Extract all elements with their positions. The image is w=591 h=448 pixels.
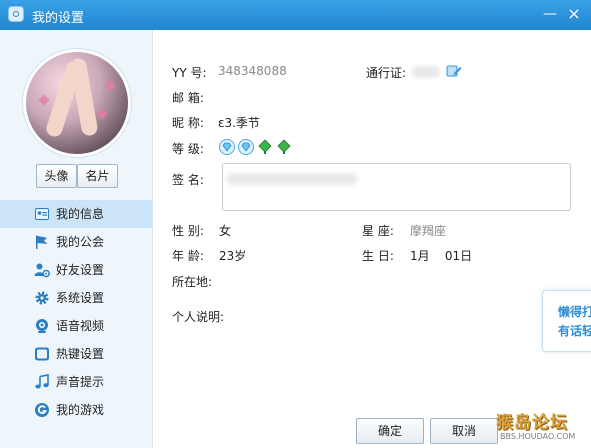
- sidebar-item-label: 好友设置: [56, 263, 105, 277]
- signature-label: 签 名:: [172, 173, 204, 187]
- sidebar-item-label: 热键设置: [56, 347, 105, 361]
- friends-settings-icon: [34, 263, 50, 278]
- level-badges: [219, 139, 299, 155]
- game-g-icon: [35, 403, 49, 417]
- sidebar-item-label: 我的信息: [56, 207, 105, 221]
- edit-passport-icon[interactable]: [446, 64, 462, 78]
- sidebar-item-label: 我的游戏: [56, 403, 105, 417]
- keyboard-icon: [35, 347, 49, 361]
- leaf-level-icon: [277, 139, 291, 154]
- popup-line-1: 懒得打: [558, 305, 591, 319]
- email-label: 邮 箱:: [172, 91, 204, 105]
- sidebar-item-my-games[interactable]: 我的游戏: [0, 396, 152, 424]
- gear-icon: [35, 291, 49, 305]
- sidebar-item-friend-settings[interactable]: 好友设置: [0, 256, 152, 284]
- age-value: 23岁: [219, 249, 247, 263]
- card-button[interactable]: 名片: [77, 164, 118, 188]
- sidebar: 头像 名片 我的信息 我的公会 好友设置 系统设置 语音视频 热键设置 声音提示…: [0, 30, 153, 448]
- sidebar-item-system-settings[interactable]: 系统设置: [0, 284, 152, 312]
- music-note-icon: [35, 374, 49, 389]
- window-title: 我的设置: [32, 11, 85, 26]
- info-card-icon: [35, 208, 49, 220]
- close-button[interactable]: ×: [563, 4, 585, 24]
- nickname-value: ε3.季节: [218, 116, 260, 130]
- sidebar-item-my-guild[interactable]: 我的公会: [0, 228, 152, 256]
- watermark-logo: 猴岛论坛 BBS.HOUDAO.COM: [496, 408, 591, 448]
- settings-nav: 我的信息 我的公会 好友设置 系统设置 语音视频 热键设置 声音提示 我的游戏: [0, 200, 152, 424]
- popup-line-2: 有话轻: [558, 324, 591, 338]
- sidebar-item-hotkey-settings[interactable]: 热键设置: [0, 340, 152, 368]
- birthday-label: 生 日:: [362, 249, 394, 263]
- yy-number-value: 348348088: [218, 64, 287, 78]
- side-popup[interactable]: 懒得打 有话轻: [542, 290, 591, 352]
- heart-decoration: [38, 94, 50, 106]
- cancel-button[interactable]: 取消: [430, 418, 498, 444]
- gender-label: 性 别:: [172, 224, 204, 238]
- nickname-label: 昵 称:: [172, 116, 204, 130]
- intro-label: 个人说明:: [172, 310, 225, 324]
- age-label: 年 龄:: [172, 249, 204, 263]
- avatar-button[interactable]: 头像: [36, 164, 77, 188]
- title-bar: 我的设置 — ×: [0, 0, 591, 30]
- sidebar-item-my-info[interactable]: 我的信息: [0, 200, 152, 228]
- heart-decoration: [96, 108, 108, 120]
- leaf-level-icon: [258, 139, 272, 154]
- redacted-passport: [412, 66, 440, 78]
- yy-number-label: YY 号:: [172, 66, 207, 80]
- ok-button[interactable]: 确定: [356, 418, 424, 444]
- diamond-level-icon: [238, 139, 254, 155]
- watermark-url: BBS.HOUDAO.COM: [500, 432, 576, 441]
- birthday-value: 1月 01日: [410, 249, 473, 263]
- flag-icon: [36, 235, 48, 249]
- avatar-art: [69, 57, 99, 137]
- diamond-level-icon: [219, 139, 235, 155]
- level-label: 等 级:: [172, 142, 204, 156]
- zodiac-label: 星 座:: [362, 224, 394, 238]
- sidebar-item-sound-alerts[interactable]: 声音提示: [0, 368, 152, 396]
- sidebar-item-label: 声音提示: [56, 375, 105, 389]
- avatar[interactable]: [26, 52, 128, 154]
- gender-value: 女: [219, 224, 232, 238]
- passport-label: 通行证:: [366, 66, 407, 80]
- sidebar-item-label: 我的公会: [56, 235, 105, 249]
- settings-app-icon: [8, 6, 24, 22]
- watermark-text: 猴岛论坛: [496, 413, 568, 433]
- location-label: 所在地:: [172, 275, 213, 289]
- sidebar-item-label: 系统设置: [56, 291, 105, 305]
- zodiac-value: 摩羯座: [410, 224, 447, 238]
- heart-decoration: [104, 80, 116, 92]
- sidebar-item-voice-video[interactable]: 语音视频: [0, 312, 152, 340]
- minimize-button[interactable]: —: [539, 4, 561, 24]
- sidebar-item-label: 语音视频: [56, 319, 105, 333]
- signature-field[interactable]: [222, 163, 571, 211]
- webcam-icon: [36, 319, 48, 333]
- redacted-signature: [227, 173, 357, 185]
